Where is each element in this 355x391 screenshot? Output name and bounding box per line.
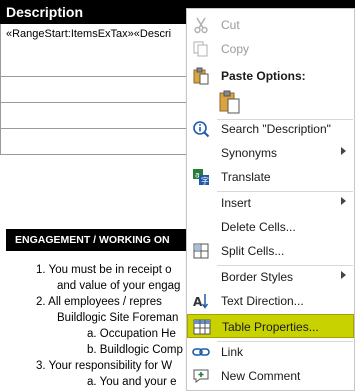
smart-lookup-icon (192, 120, 210, 138)
menu-item-delete-cells[interactable]: Delete Cells... (187, 215, 354, 239)
link-icon (192, 343, 210, 361)
menu-item-label: Link (221, 345, 244, 359)
doc-line: 3. Your responsibility for W (36, 360, 173, 372)
doc-line: 2. All employees / repres (36, 296, 162, 308)
menu-item-label: Text Direction... (221, 294, 304, 308)
menu-item-label: Synonyms (221, 146, 278, 160)
submenu-arrow-icon (341, 147, 346, 155)
menu-item-translate[interactable]: a 字 Translate (187, 165, 354, 189)
doc-line: a. Occupation He (87, 328, 176, 340)
range-field-text: «RangeStart:ItemsExTax»«Descri (6, 28, 172, 40)
comment-icon (192, 367, 210, 385)
svg-text:A: A (193, 295, 203, 309)
doc-line: b. Buildlogic Comp (87, 344, 183, 356)
table-border (0, 76, 1, 154)
context-menu: Cut Copy Paste Options: Search "Descript… (186, 8, 355, 391)
menu-item-new-comment[interactable]: New Comment (187, 364, 354, 388)
menu-item-label: New Comment (221, 369, 301, 383)
menu-item-text-direction[interactable]: A Text Direction... (187, 289, 354, 313)
engagement-heading-text: ENGAGEMENT / WORKING ON (15, 234, 170, 246)
menu-item-label: Translate (221, 170, 271, 184)
table-header-title: Description (6, 4, 84, 20)
menu-item-border-styles[interactable]: Border Styles (187, 265, 354, 289)
menu-item-label: Copy (221, 42, 250, 56)
menu-item-label: Border Styles (221, 270, 294, 284)
menu-item-label: Table Properties... (222, 320, 319, 334)
doc-line: Buildlogic Site Foreman (57, 312, 179, 324)
table-properties-icon (193, 318, 211, 336)
menu-item-split-cells[interactable]: Split Cells... (187, 239, 354, 263)
menu-item-label: Delete Cells... (221, 220, 296, 234)
doc-line: 1. You must be in receipt o (36, 264, 172, 276)
svg-text:字: 字 (201, 176, 209, 186)
menu-item-table-properties[interactable]: Table Properties... (187, 314, 354, 338)
paste-keep-formatting-button[interactable] (217, 89, 243, 115)
menu-item-synonyms[interactable]: Synonyms (187, 141, 354, 165)
menu-item-link[interactable]: Link (187, 340, 354, 364)
menu-item-insert[interactable]: Insert (187, 191, 354, 215)
copy-icon (192, 40, 210, 58)
paste-options-header: Paste Options: (187, 65, 354, 87)
menu-item-search[interactable]: Search "Description" (187, 117, 354, 141)
menu-item-copy[interactable]: Copy (187, 37, 354, 61)
paste-options-label: Paste Options: (221, 69, 306, 83)
menu-item-label: Cut (221, 18, 240, 32)
menu-item-label: Insert (221, 196, 252, 210)
scissors-icon (192, 16, 210, 34)
doc-line: a. You and your e (87, 376, 177, 388)
doc-line: and value of your engag (57, 280, 181, 292)
submenu-arrow-icon (341, 271, 346, 279)
clipboard-icon (219, 90, 240, 114)
translate-icon: a 字 (192, 168, 210, 186)
menu-item-cut[interactable]: Cut (187, 13, 354, 37)
paste-icon (192, 67, 210, 85)
menu-item-label: Search "Description" (221, 122, 331, 136)
submenu-arrow-icon (341, 197, 346, 205)
text-direction-icon: A (192, 292, 210, 310)
menu-item-label: Split Cells... (221, 244, 285, 258)
split-cells-icon (192, 242, 210, 260)
